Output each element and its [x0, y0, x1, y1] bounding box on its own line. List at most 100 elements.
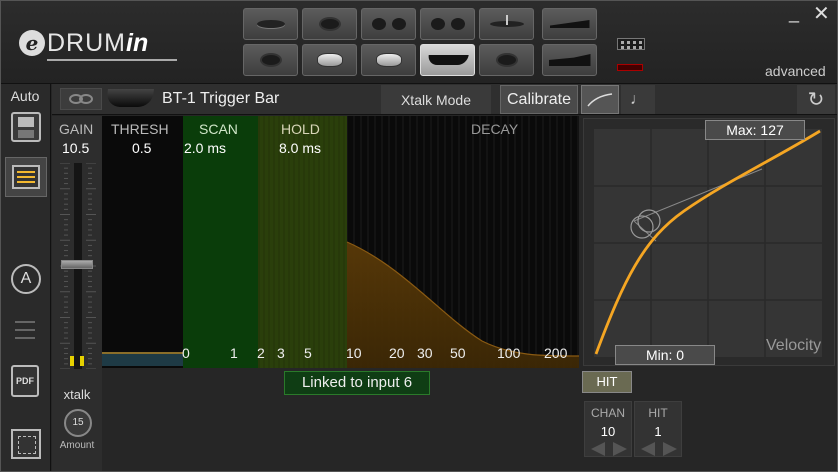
curve-view-button[interactable] — [581, 85, 619, 114]
snare-icon — [316, 53, 343, 67]
pad-button-pedal[interactable] — [542, 44, 597, 76]
velocity-min-badge[interactable]: Min: 0 — [615, 345, 715, 365]
lines-icon[interactable] — [11, 317, 41, 347]
hold-label: HOLD — [281, 121, 320, 137]
tick-label: 0 — [182, 345, 190, 361]
logo-in: in — [126, 28, 149, 57]
pad-name: BT-1 Trigger Bar — [162, 90, 280, 107]
trigger-bar-thumbnail — [106, 89, 154, 107]
xtalk-label: xtalk — [63, 387, 91, 402]
velocity-curve-panel: Max: 127 Min: 0 Velocity — [583, 118, 835, 366]
toolbar: BT-1 Trigger Bar Xtalk Mode Calibrate ♩ … — [52, 84, 837, 115]
chan-label: CHAN — [590, 406, 625, 420]
auto-button[interactable]: Auto — [1, 88, 49, 104]
link-toggle-button[interactable] — [60, 88, 102, 110]
chip-icon[interactable] — [11, 429, 41, 459]
xtalk-mode-button[interactable]: Xtalk Mode — [381, 85, 491, 114]
gain-value: 10.5 — [62, 140, 90, 156]
pad-button-snare-2[interactable] — [361, 44, 416, 76]
tick-label: 50 — [450, 345, 466, 361]
midi-a-icon[interactable]: A — [11, 264, 41, 294]
chan-decrement-icon[interactable] — [591, 442, 605, 456]
thresh-label: THRESH — [111, 121, 169, 137]
tick-label: 200 — [544, 345, 568, 361]
app-window: e DRUM in _ ✕ advanced Auto A PDF BT-1 T… — [0, 0, 838, 472]
logo-drum: DRUM — [47, 28, 126, 57]
pad-button-pad[interactable] — [243, 44, 298, 76]
pad-button-ramp[interactable] — [542, 8, 597, 40]
tick-label: 1 — [230, 345, 238, 361]
xtalk-amount-knob[interactable]: 15 — [64, 409, 92, 437]
chan-increment-icon[interactable] — [613, 442, 627, 456]
pad-icon — [259, 53, 282, 67]
pad-button-hihat[interactable] — [479, 8, 534, 40]
decay-curve[interactable] — [102, 116, 579, 368]
refresh-button[interactable]: ↻ — [797, 85, 835, 114]
chan-value: 10 — [600, 424, 616, 439]
ramp-icon — [549, 20, 590, 28]
tick-label: 10 — [346, 345, 362, 361]
tick-label: 3 — [277, 345, 285, 361]
midi-status-icon — [617, 64, 643, 71]
close-button[interactable]: ✕ — [813, 1, 830, 26]
advanced-mode-label[interactable]: advanced — [765, 63, 826, 79]
dual-zone-icon — [371, 18, 406, 30]
linked-input-badge: Linked to input 6 — [284, 371, 430, 395]
calibrate-button[interactable]: Calibrate — [500, 85, 578, 114]
thresh-value: 0.5 — [132, 140, 152, 156]
pdf-icon[interactable]: PDF — [11, 365, 39, 397]
gain-meter-left — [70, 356, 74, 366]
dual-zone-icon — [430, 18, 465, 30]
pad-button-cymbal[interactable] — [243, 8, 298, 40]
hit-control: HIT 1 — [634, 401, 682, 457]
note-view-button[interactable]: ♩ — [621, 85, 655, 114]
tick-label: 5 — [304, 345, 312, 361]
hold-value: 8.0 ms — [279, 140, 322, 156]
trigger-bar-icon — [426, 55, 469, 65]
trigger-graph[interactable]: THRESH 0.5 SCAN 2.0 ms HOLD 8.0 ms DECAY… — [102, 116, 579, 368]
tick-label: 100 — [497, 345, 521, 361]
hit-button[interactable]: HIT — [582, 371, 632, 393]
edrumin-logo: e DRUM in — [19, 23, 177, 63]
velocity-curve[interactable] — [594, 129, 822, 357]
midi-port-icon[interactable] — [617, 38, 645, 50]
logo-underline — [47, 59, 177, 61]
xtalk-amount-label: Amount — [59, 440, 95, 451]
velocity-label: Velocity — [766, 337, 822, 354]
gain-slider-thumb[interactable] — [61, 259, 93, 269]
pad-button-dual-zone-2[interactable] — [420, 8, 475, 40]
save-icon[interactable] — [11, 112, 41, 142]
gain-label: GAIN — [59, 121, 94, 137]
pad-button-trigger-bar[interactable] — [420, 44, 475, 76]
hit-decrement-icon[interactable] — [641, 442, 655, 456]
hit-label: HIT — [648, 406, 668, 420]
pad-icon — [495, 53, 518, 67]
logo-e: e — [19, 30, 45, 56]
minimize-button[interactable]: _ — [789, 3, 799, 24]
pad-button-snare-1[interactable] — [302, 44, 357, 76]
tick-label: 30 — [417, 345, 433, 361]
hit-value: 1 — [654, 424, 662, 439]
sidebar: Auto A PDF — [1, 84, 51, 471]
scan-label: SCAN — [199, 121, 238, 137]
pad-button-ride[interactable] — [302, 8, 357, 40]
ride-icon — [318, 17, 341, 31]
cymbal-icon — [256, 20, 285, 28]
pad-button-dual-zone-1[interactable] — [361, 8, 416, 40]
header: e DRUM in _ ✕ advanced — [1, 1, 837, 84]
pad-button-pad-2[interactable] — [479, 44, 534, 76]
gain-meter-right — [80, 356, 84, 366]
tick-label: 2 — [257, 345, 265, 361]
hit-increment-icon[interactable] — [663, 442, 677, 456]
scan-value: 2.0 ms — [184, 140, 227, 156]
velocity-max-badge[interactable]: Max: 127 — [705, 120, 805, 140]
velocity-grid[interactable] — [594, 129, 822, 357]
curve-icon — [587, 93, 613, 107]
chan-control: CHAN 10 — [584, 401, 632, 457]
tick-label: 20 — [389, 345, 405, 361]
list-icon — [12, 165, 40, 189]
pedal-icon — [548, 54, 591, 66]
sidebar-item-list[interactable] — [5, 157, 47, 197]
decay-label: DECAY — [471, 121, 519, 137]
time-axis: 0 1 2 3 5 10 20 30 50 100 200 — [102, 345, 579, 363]
